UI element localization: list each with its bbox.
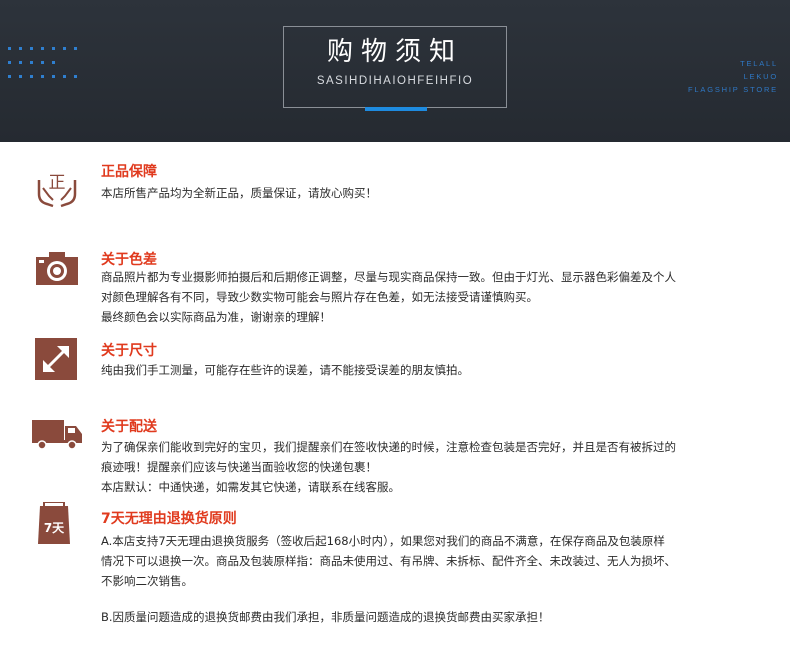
icon-text: 正 — [49, 173, 66, 193]
decorative-dots — [8, 47, 77, 89]
text-line: 情况下可以退换一次。商品及包装原样指：商品未使用过、有吊牌、未拆标、配件齐全、未… — [101, 554, 676, 568]
title-underline — [365, 107, 427, 111]
store-tag-line: FLAGSHIP STORE — [688, 85, 778, 94]
section-authentic: 正 正品保障 本店所售产品均为全新正品，质量保证，请放心购买！ — [0, 150, 790, 220]
section-title: 关于尺寸 — [101, 343, 157, 359]
section-text: 纯由我们手工测量，可能存在些许的误差，请不能接受误差的朋友慎拍。 — [101, 360, 771, 380]
header-banner: 购物须知 SASIHDIHAIOHFEIHFIO TELALL LEKUO FL… — [0, 0, 790, 142]
text-line: 本店默认：中通快递，如需发其它快递，请联系在线客服。 — [101, 480, 400, 494]
store-tag-line: TELALL — [740, 59, 778, 68]
hands-zheng-icon: 正 — [37, 173, 77, 208]
camera-icon — [36, 252, 78, 285]
text-line: 商品照片都为专业摄影师拍摄后和后期修正调整，尽量与现实商品保持一致。但由于灯光、… — [101, 270, 676, 284]
text-line: 本店所售产品均为全新正品，质量保证，请放心购买！ — [101, 186, 377, 200]
section-text: A.本店支持7天无理由退换货服务（签收后起168小时内），如果您对我们的商品不满… — [101, 531, 771, 627]
section-title: 7天无理由退换货原则 — [101, 511, 237, 527]
section-seven-day-return: 7天 7天无理由退换货原则 A.本店支持7天无理由退换货服务（签收后起168小时… — [0, 500, 790, 650]
text-line: 痕迹哦！提醒亲们应该与快递当面验收您的快递包裹！ — [101, 460, 377, 474]
section-color-difference: 关于色差 商品照片都为专业摄影师拍摄后和后期修正调整，尽量与现实商品保持一致。但… — [0, 240, 790, 330]
section-title: 关于色差 — [101, 252, 157, 268]
store-tag-line: LEKUO — [743, 72, 778, 81]
text-line: 为了确保亲们能收到完好的宝贝，我们提醒亲们在签收快递的时候，注意检查包装是否完好… — [101, 440, 676, 454]
text-line: 纯由我们手工测量，可能存在些许的误差，请不能接受误差的朋友慎拍。 — [101, 363, 469, 377]
text-line: 最终颜色会以实际商品为准，谢谢亲的理解！ — [101, 310, 331, 324]
title-box: 购物须知 SASIHDIHAIOHFEIHFIO — [283, 26, 507, 108]
section-title: 正品保障 — [101, 164, 157, 180]
seven-day-bag-icon: 7天 — [38, 502, 70, 544]
page-title: 购物须知 — [326, 37, 463, 67]
text-line: B.因质量问题造成的退换货邮费由我们承担，非质量问题造成的退换货邮费由买家承担！ — [101, 610, 550, 624]
section-size: 关于尺寸 纯由我们手工测量，可能存在些许的误差，请不能接受误差的朋友慎拍。 — [0, 335, 790, 395]
text-line: 不影响二次销售。 — [101, 574, 193, 588]
section-text: 本店所售产品均为全新正品，质量保证，请放心购买！ — [101, 183, 771, 203]
icon-text: 7天 — [44, 521, 65, 535]
text-line: 对颜色理解各有不同，导致少数实物可能会与照片存在色差，如无法接受请谨慎购买。 — [101, 290, 538, 304]
resize-arrow-icon — [35, 338, 77, 380]
text-line: A.本店支持7天无理由退换货服务（签收后起168小时内），如果您对我们的商品不满… — [101, 534, 665, 548]
text-line — [101, 591, 771, 607]
section-title: 关于配送 — [101, 419, 157, 435]
section-text: 商品照片都为专业摄影师拍摄后和后期修正调整，尽量与现实商品保持一致。但由于灯光、… — [101, 267, 771, 327]
truck-icon — [32, 420, 82, 450]
section-text: 为了确保亲们能收到完好的宝贝，我们提醒亲们在签收快递的时候，注意检查包装是否完好… — [101, 437, 771, 497]
page-subtitle: SASIHDIHAIOHFEIHFIO — [316, 75, 474, 87]
store-tag: TELALL LEKUO FLAGSHIP STORE — [688, 57, 778, 96]
section-delivery: 关于配送 为了确保亲们能收到完好的宝贝，我们提醒亲们在签收快递的时候，注意检查包… — [0, 412, 790, 497]
